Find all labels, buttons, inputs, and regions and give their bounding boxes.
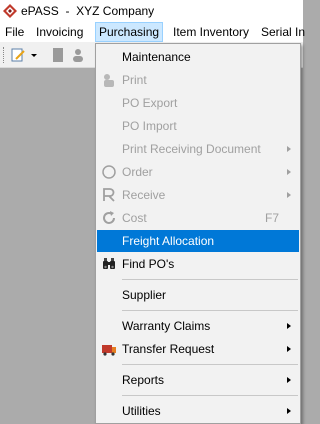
user-icon [73,49,83,62]
menuitem-warranty-claims[interactable]: Warranty Claims [97,315,299,337]
menu-separator [122,310,298,311]
menuitem-freight-allocation[interactable]: Freight Allocation [97,230,299,252]
submenu-arrow-icon [287,346,291,352]
title-bar: ePASS - XYZ Company [0,0,303,22]
menuitem-reports[interactable]: Reports [97,369,299,391]
menu-separator [122,279,298,280]
transfer-truck-icon [102,345,116,356]
menuitem-label: Print Receiving Document [122,142,261,156]
document-icon [53,48,63,62]
r-letter-icon [103,188,115,202]
dropdown-arrow-icon[interactable] [30,47,38,63]
menu-separator [122,364,298,365]
menuitem-label: Supplier [122,288,167,302]
submenu-arrow-icon [287,323,291,329]
menuitem-label: Transfer Request [122,342,215,356]
menuitem-order[interactable]: Order [97,161,299,183]
menuitem-receive[interactable]: Receive [97,184,299,206]
toolbar-grip[interactable] [3,47,6,63]
window-title: ePASS - XYZ Company [21,4,155,18]
edit-icon[interactable] [10,47,26,63]
menuitem-label: Freight Allocation [122,234,215,248]
menuitem-utilities[interactable]: Utilities [97,400,299,422]
menuitem-label: Cost [122,211,147,225]
menuitem-cost[interactable]: Cost F7 [97,207,299,229]
submenu-arrow-icon [287,146,291,152]
submenu-arrow-icon [287,377,291,383]
menuitem-print-receiving-document[interactable]: Print Receiving Document [97,138,299,160]
menuitem-po-export[interactable]: PO Export [97,92,299,114]
menuitem-maintenance[interactable]: Maintenance [97,46,299,68]
menu-bar: File Invoicing Purchasing Item Inventory… [0,22,305,43]
binoculars-icon [103,258,115,269]
menuitem-label: Reports [122,373,165,387]
submenu-arrow-icon [287,192,291,198]
menuitem-supplier[interactable]: Supplier [97,284,299,306]
purchasing-dropdown: Maintenance Print PO Export PO Import Pr… [95,43,301,424]
menuitem-label: PO Export [122,96,178,110]
menuitem-label: PO Import [122,119,177,133]
print-icon [104,74,114,87]
menu-item-inventory[interactable]: Item Inventory [170,23,252,41]
diamond-logo-icon [3,4,17,18]
submenu-arrow-icon [287,169,291,175]
menuitem-find-pos[interactable]: Find PO's [97,253,299,275]
menuitem-label: Print [122,73,147,87]
shortcut-label: F7 [264,211,279,225]
refresh-icon [103,211,115,224]
menu-file[interactable]: File [2,23,27,41]
menu-invoicing[interactable]: Invoicing [33,23,86,41]
submenu-arrow-icon [287,408,291,414]
menuitem-label: Receive [122,188,166,202]
menu-purchasing[interactable]: Purchasing [95,22,164,42]
menuitem-label: Find PO's [122,257,175,271]
menuitem-print[interactable]: Print [97,69,299,91]
menuitem-label: Warranty Claims [122,319,211,333]
menu-separator [122,395,298,396]
menuitem-label: Utilities [122,404,161,418]
menuitem-label: Order [122,165,153,179]
circle-icon [102,165,116,179]
menuitem-transfer-request[interactable]: Transfer Request [97,338,299,360]
menuitem-po-import[interactable]: PO Import [97,115,299,137]
menu-serial[interactable]: Serial In [258,23,308,41]
menuitem-label: Maintenance [122,50,191,64]
